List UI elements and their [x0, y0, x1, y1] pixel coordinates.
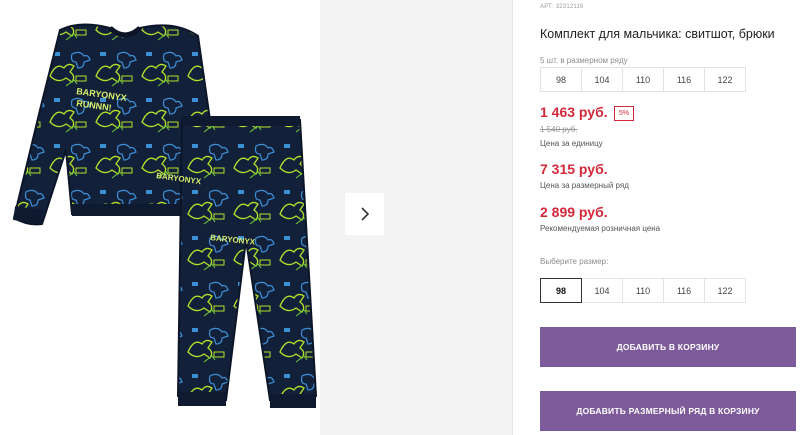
- rrp-label: Рекомендуемая розничная цена: [540, 224, 661, 233]
- pack-price: 7 315 руб.: [540, 161, 608, 177]
- size-option-122[interactable]: 122: [704, 278, 746, 303]
- rrp-price: 2 899 руб.: [540, 204, 608, 220]
- pack-price-label: Цена за размерный ряд: [540, 181, 629, 190]
- product-gallery: BARYONYX RUNNN! BARYONYX BARYONYX: [0, 0, 512, 435]
- pack-size-98: 98: [540, 67, 582, 92]
- old-price: 1 540 руб.: [540, 125, 578, 134]
- size-option-98[interactable]: 98: [540, 278, 582, 303]
- unit-price-label: Цена за единицу: [540, 139, 603, 148]
- product-main-image[interactable]: BARYONYX RUNNN! BARYONYX BARYONYX: [0, 0, 320, 435]
- pack-size-122: 122: [704, 67, 746, 92]
- choose-size-label: Выберите размер:: [540, 257, 609, 266]
- pajama-set-illustration: BARYONYX RUNNN! BARYONYX BARYONYX: [12, 23, 318, 408]
- discount-badge: 5%: [614, 106, 635, 121]
- size-selector: 98 104 110 116 122: [540, 278, 746, 303]
- gallery-divider: [512, 0, 513, 435]
- add-to-cart-button[interactable]: ДОБАВИТЬ В КОРЗИНУ: [540, 327, 796, 367]
- pack-size-104: 104: [581, 67, 623, 92]
- size-option-116[interactable]: 116: [663, 278, 705, 303]
- product-info: АРТ: 32312116 Комплект для мальчика: сви…: [540, 0, 800, 435]
- add-pack-to-cart-button[interactable]: ДОБАВИТЬ РАЗМЕРНЫЙ РЯД В КОРЗИНУ: [540, 391, 796, 431]
- product-sku: АРТ: 32312116: [540, 4, 584, 10]
- gallery-next-button[interactable]: [345, 193, 384, 235]
- current-price: 1 463 руб.: [540, 104, 608, 120]
- size-option-110[interactable]: 110: [622, 278, 664, 303]
- pack-sizes: 98 104 110 116 122: [540, 67, 746, 92]
- product-title: Комплект для мальчика: свитшот, брюки: [540, 27, 775, 41]
- chevron-right-icon: [360, 207, 369, 221]
- pack-size-110: 110: [622, 67, 664, 92]
- size-option-104[interactable]: 104: [581, 278, 623, 303]
- pack-note: 5 шт. в размерном ряду: [540, 56, 628, 65]
- pack-size-116: 116: [663, 67, 705, 92]
